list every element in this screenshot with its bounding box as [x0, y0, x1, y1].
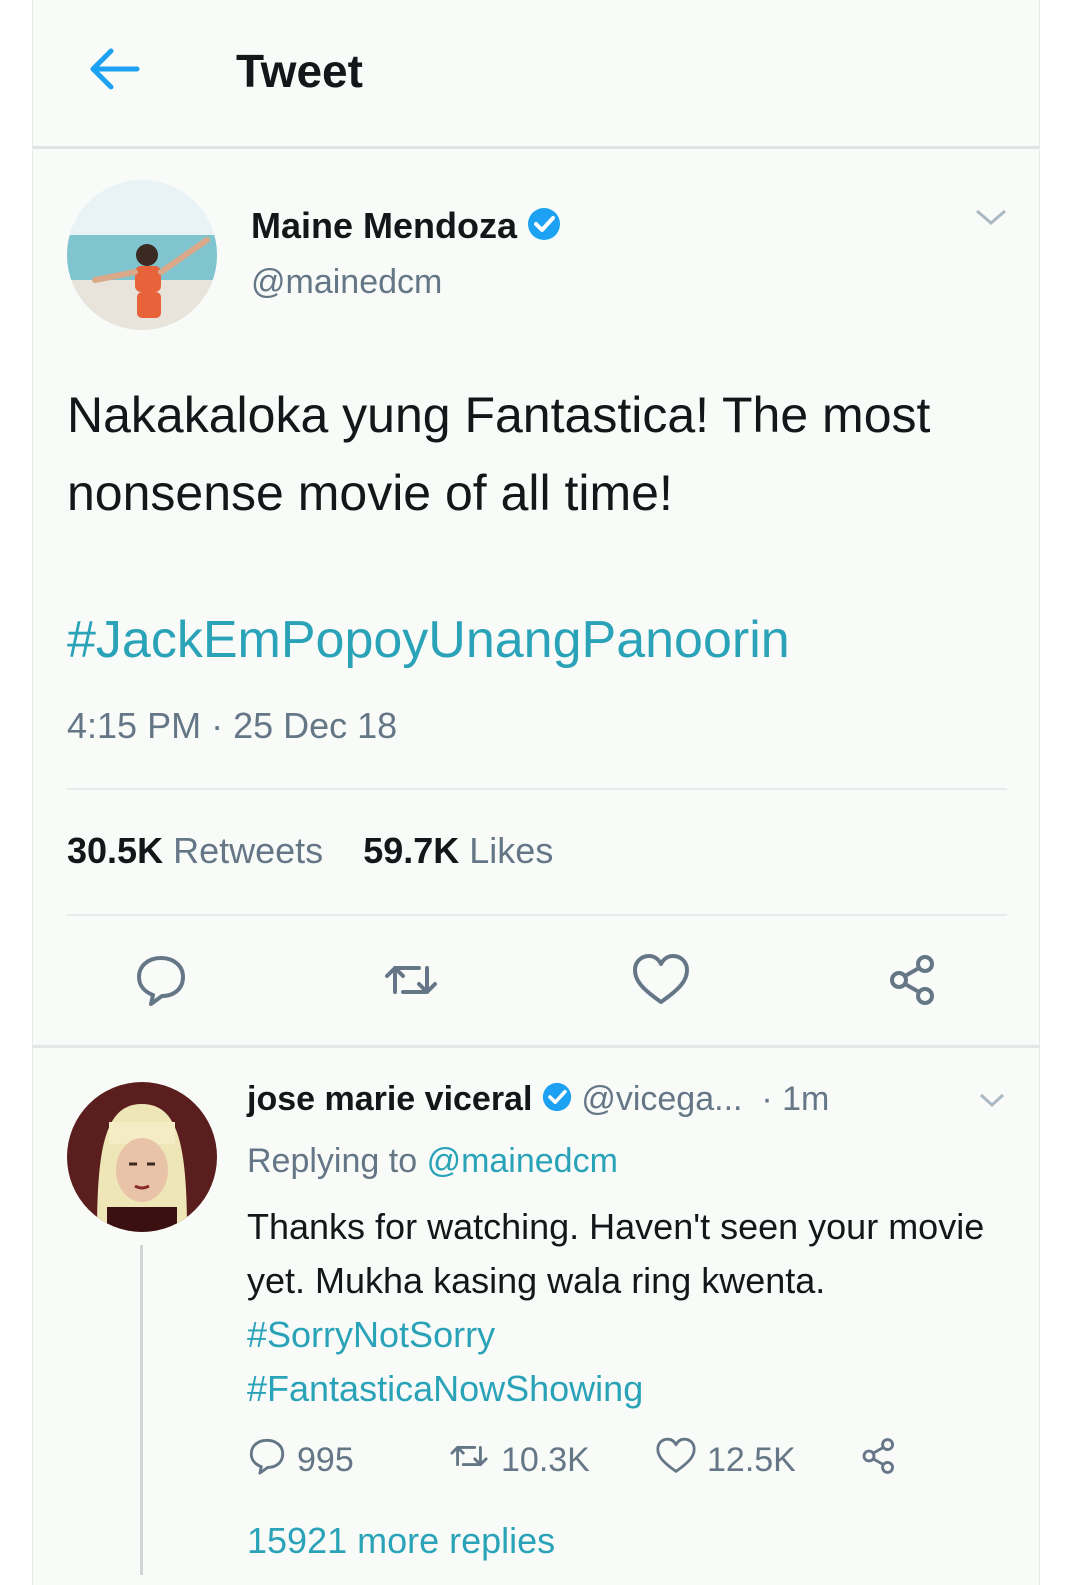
section-divider: [33, 1045, 1039, 1048]
retweet-icon: [447, 1436, 491, 1485]
like-heart-icon[interactable]: [631, 952, 691, 1013]
top-bar: Tweet: [33, 0, 1039, 149]
reply-header: jose marie viceral @vicega... · 1m: [247, 1080, 829, 1121]
retweet-count: 10.3K: [501, 1441, 590, 1479]
replying-to: Replying to @mainedcm: [247, 1142, 618, 1180]
reply-author-avatar[interactable]: [67, 1082, 217, 1232]
more-replies-link[interactable]: 15921 more replies: [247, 1520, 555, 1562]
reply-button[interactable]: 995: [247, 1436, 354, 1485]
author-avatar[interactable]: [67, 180, 217, 330]
author-handle[interactable]: @mainedcm: [251, 263, 442, 302]
back-arrow-icon[interactable]: [85, 44, 141, 94]
chevron-down-icon[interactable]: [973, 205, 1009, 234]
like-count: 12.5K: [707, 1441, 796, 1479]
tweet-detail-screen: Tweet Maine Mendoza @mainedcm Nakakaloka…: [32, 0, 1040, 1585]
verified-badge-icon: [542, 1082, 572, 1121]
reply-action-bar: 995 10.3K 12.5K: [247, 1436, 1027, 1486]
reply-age: 1m: [782, 1080, 830, 1118]
reply-hashtag[interactable]: #FantasticaNowShowing: [247, 1368, 643, 1409]
reply-hashtag[interactable]: #SorryNotSorry: [247, 1314, 495, 1355]
like-heart-icon: [655, 1436, 697, 1485]
reply-author-name[interactable]: jose marie viceral: [247, 1080, 532, 1118]
tweet-stats: 30.5K Retweets 59.7K Likes: [67, 830, 553, 872]
tweet-hashtag[interactable]: #JackEmPopoyUnangPanoorin: [67, 610, 790, 670]
reply-author-handle[interactable]: @vicega...: [581, 1080, 742, 1118]
retweets-stat[interactable]: 30.5K Retweets: [67, 830, 323, 871]
divider: [67, 914, 1007, 916]
retweet-icon[interactable]: [383, 952, 439, 1013]
share-icon[interactable]: [885, 952, 941, 1013]
share-icon[interactable]: [859, 1436, 899, 1476]
tweet-timestamp: 4:15 PM · 25 Dec 18: [67, 705, 398, 746]
reply-icon: [247, 1436, 287, 1485]
chevron-down-icon[interactable]: [977, 1090, 1007, 1115]
page-title: Tweet: [236, 45, 363, 97]
replying-to-handle[interactable]: @mainedcm: [427, 1142, 618, 1180]
divider: [67, 788, 1007, 790]
thread-line: [140, 1245, 143, 1575]
reply-text: Thanks for watching. Haven't seen your m…: [247, 1206, 985, 1409]
like-button[interactable]: 12.5K: [655, 1436, 796, 1485]
likes-stat[interactable]: 59.7K Likes: [363, 830, 553, 871]
reply-icon[interactable]: [133, 952, 189, 1013]
author-name[interactable]: Maine Mendoza: [251, 205, 561, 250]
retweet-button[interactable]: 10.3K: [447, 1436, 590, 1485]
verified-badge-icon: [527, 207, 561, 250]
tweet-text: Nakakaloka yung Fantastica! The most non…: [67, 387, 931, 521]
reply-count: 995: [297, 1441, 354, 1479]
